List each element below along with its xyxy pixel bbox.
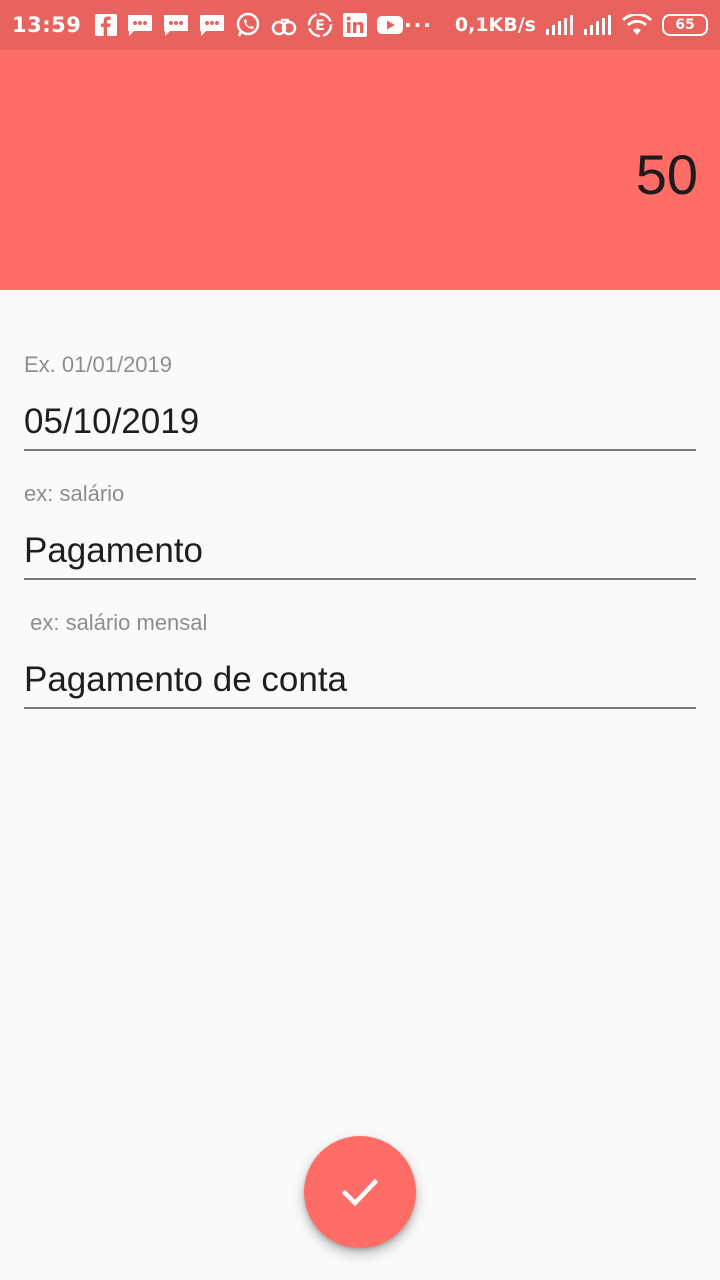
description-underline	[24, 707, 696, 709]
linkedin-icon	[343, 12, 368, 38]
date-underline	[24, 449, 696, 451]
facebook-icon	[95, 12, 118, 38]
category-input[interactable]: Pagamento	[24, 531, 203, 571]
battery-icon: 65	[662, 14, 708, 36]
status-time: 13:59	[12, 13, 82, 37]
screen: 13:59 E ··· 0,1KB/s 65 50 Ex. 01/01/2019…	[0, 0, 720, 1280]
more-notifications-dots: ···	[404, 13, 433, 37]
category-field[interactable]: ex: salário Pagamento	[24, 481, 696, 581]
network-speed: 0,1KB/s	[454, 14, 536, 36]
message-icon	[163, 12, 189, 38]
battery-level: 65	[675, 17, 695, 33]
category-hint: ex: salário	[24, 481, 125, 506]
check-icon	[341, 1178, 379, 1207]
description-input[interactable]: Pagamento de conta	[24, 660, 347, 700]
e-icon: E	[307, 12, 333, 38]
status-bar: 13:59 E ··· 0,1KB/s 65	[0, 0, 720, 50]
confirm-button[interactable]	[304, 1136, 416, 1248]
message-icon	[199, 12, 225, 38]
date-input[interactable]: 05/10/2019	[24, 402, 199, 442]
youtube-icon	[377, 12, 404, 38]
status-right: ··· 0,1KB/s 65	[404, 12, 708, 38]
signal-icon	[546, 12, 574, 38]
message-icon	[127, 12, 153, 38]
whatsapp-icon	[235, 12, 261, 38]
category-underline	[24, 578, 696, 580]
svg-text:E: E	[316, 18, 326, 34]
signal-icon	[584, 12, 612, 38]
amount-value: 50	[635, 143, 698, 206]
date-hint: Ex. 01/01/2019	[24, 352, 173, 377]
amount-header: 50	[0, 50, 720, 290]
cloud-icon	[271, 12, 297, 38]
description-hint: ex: salário mensal	[24, 610, 208, 635]
description-field[interactable]: ex: salário mensal Pagamento de conta	[24, 610, 696, 710]
date-field[interactable]: Ex. 01/01/2019 05/10/2019	[24, 352, 696, 452]
wifi-icon	[622, 12, 652, 38]
notification-icons: E	[95, 12, 404, 38]
